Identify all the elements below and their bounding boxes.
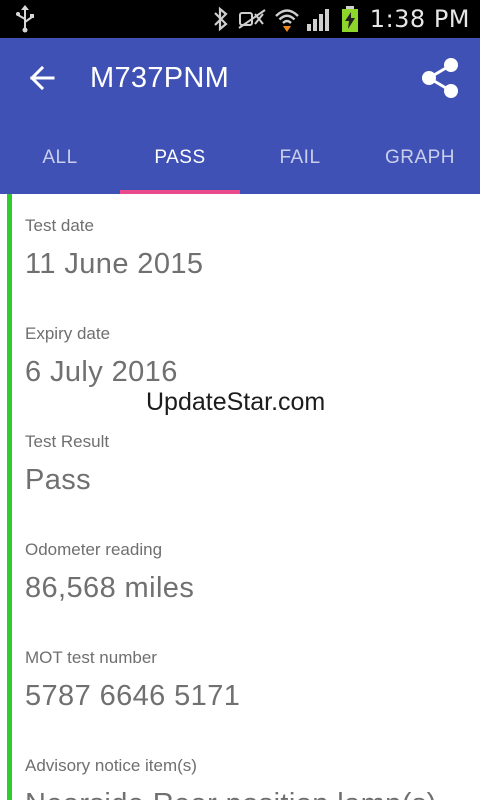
tab-all[interactable]: ALL	[0, 122, 120, 194]
pass-status-stripe	[7, 194, 12, 800]
field-value: 6 July 2016	[25, 356, 178, 388]
tab-bar: ALL PASS FAIL GRAPH	[0, 122, 480, 194]
field-label: Expiry date	[25, 324, 111, 343]
odometer-field: Odometer reading 86,568 miles	[25, 540, 470, 605]
field-value: 86,568 miles	[25, 572, 195, 604]
tab-label: FAIL	[279, 147, 321, 168]
share-button[interactable]	[418, 56, 462, 104]
mot-test-number-field: MOT test number 5787 6646 5171	[25, 648, 470, 713]
battery-charging-icon	[340, 5, 360, 33]
tab-label: ALL	[42, 147, 78, 168]
tab-fail[interactable]: FAIL	[240, 122, 360, 194]
signal-icon	[306, 6, 334, 32]
app-toolbar: M737PNM	[0, 38, 480, 122]
wifi-icon	[274, 6, 300, 32]
test-details[interactable]: Test date 11 June 2015 Expiry date 6 Jul…	[0, 194, 480, 800]
watermark: UpdateStar.com	[146, 388, 326, 416]
field-label: Odometer reading	[25, 540, 163, 559]
status-bar: 1:38 PM	[0, 0, 480, 38]
field-value: 5787 6646 5171	[25, 680, 241, 712]
page-title: M737PNM	[90, 62, 230, 94]
advisory-field: Advisory notice item(s) Nearside Rear po…	[25, 756, 470, 800]
bluetooth-icon	[212, 6, 230, 32]
mute-icon	[236, 6, 268, 32]
field-value: Nearside Rear position lamp(s)	[25, 788, 470, 800]
status-time: 1:38 PM	[369, 5, 470, 33]
expiry-date-field: Expiry date 6 July 2016	[25, 324, 470, 389]
arrow-back-icon	[28, 64, 56, 97]
tab-label: GRAPH	[384, 147, 456, 168]
field-label: Advisory notice item(s)	[25, 756, 197, 775]
test-date-field: Test date 11 June 2015	[25, 216, 470, 281]
usb-icon	[12, 5, 38, 33]
field-value: Pass	[25, 464, 92, 496]
tab-graph[interactable]: GRAPH	[360, 122, 480, 194]
back-button[interactable]	[22, 60, 62, 100]
field-value: 11 June 2015	[25, 248, 204, 280]
share-icon	[420, 57, 460, 104]
tab-pass[interactable]: PASS	[120, 122, 240, 194]
field-label: Test date	[25, 216, 94, 235]
field-label: MOT test number	[25, 648, 157, 667]
test-result-field: Test Result Pass	[25, 432, 470, 497]
tab-label: PASS	[154, 147, 206, 168]
field-label: Test Result	[25, 432, 110, 451]
